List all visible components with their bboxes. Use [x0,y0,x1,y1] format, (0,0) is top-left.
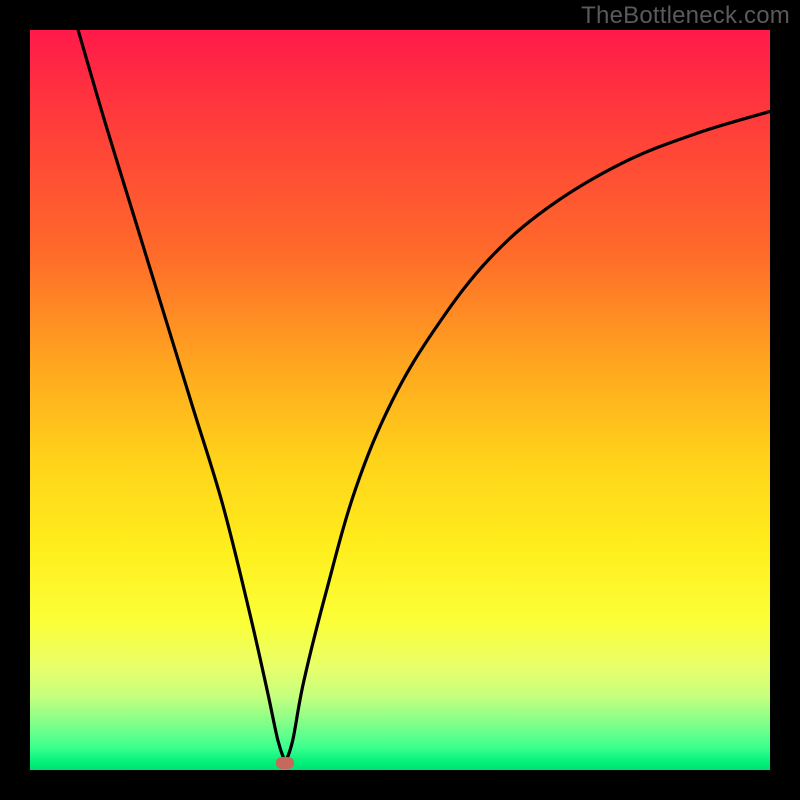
watermark-text: TheBottleneck.com [581,2,790,30]
plot-area [30,30,770,770]
curve-svg [30,30,770,770]
chart-frame: TheBottleneck.com [0,0,800,800]
bottleneck-marker [276,757,294,769]
curve-path [78,30,770,763]
